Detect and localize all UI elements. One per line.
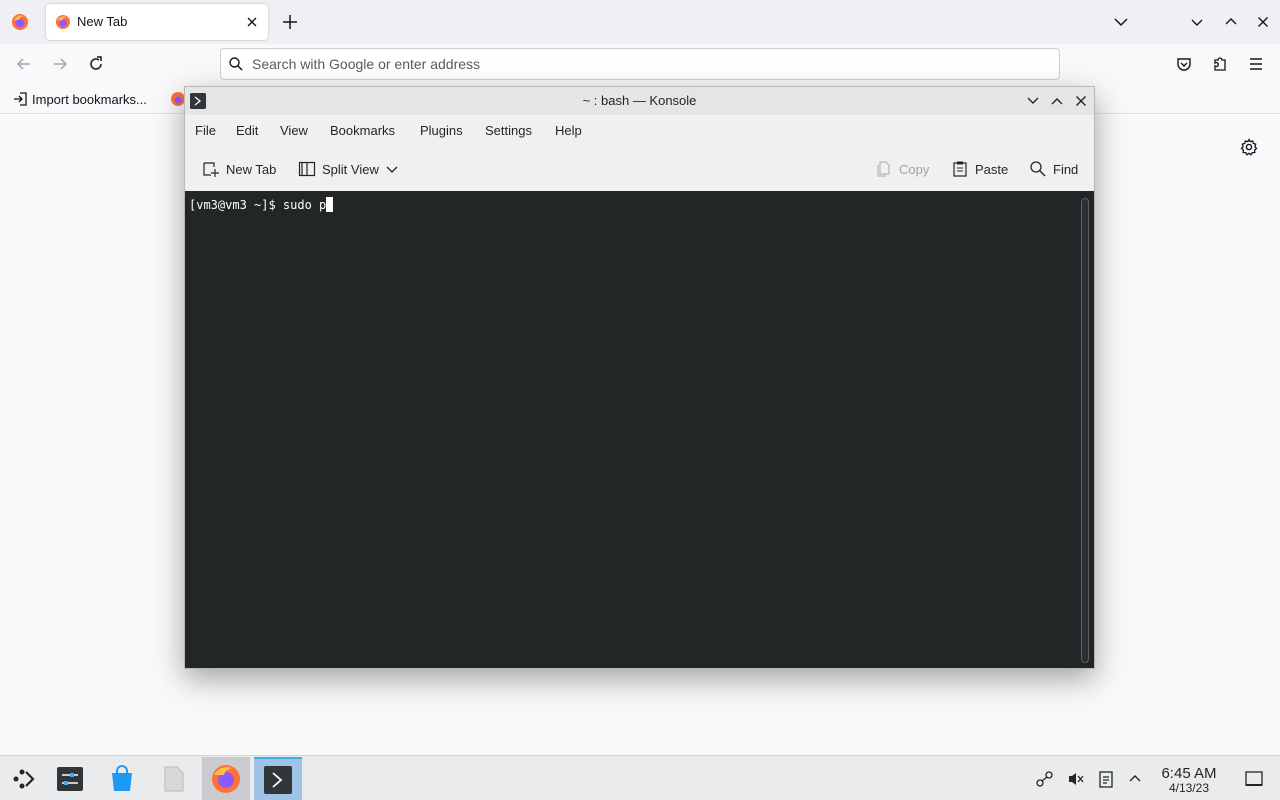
- find-label: Find: [1053, 161, 1079, 177]
- paste-clipboard-icon: [953, 161, 967, 177]
- terminal-prompt: [vm3@vm3 ~]$: [189, 198, 283, 212]
- copy-button[interactable]: Copy: [875, 159, 929, 179]
- menu-view[interactable]: View: [280, 123, 308, 138]
- new-tab-button[interactable]: New Tab: [202, 159, 276, 179]
- task-discover[interactable]: [98, 757, 146, 800]
- system-settings-icon: [57, 766, 83, 791]
- split-view-button[interactable]: Split View: [298, 159, 399, 179]
- minimize-icon[interactable]: [1024, 92, 1042, 110]
- terminal-cursor: [326, 197, 334, 212]
- import-bookmarks-button[interactable]: Import bookmarks...: [12, 90, 147, 108]
- konsole-titlebar[interactable]: ~ : bash — Konsole: [185, 87, 1094, 115]
- konsole-menubar: File Edit View Bookmarks Plugins Setting…: [185, 115, 1094, 145]
- tab-title: New Tab: [77, 14, 128, 29]
- task-file-manager[interactable]: [150, 757, 198, 800]
- terminal-command-line: [vm3@vm3 ~]$ sudo p: [189, 197, 334, 212]
- address-bar[interactable]: [220, 48, 1060, 80]
- back-arrow-icon[interactable]: [14, 54, 34, 74]
- volume-muted-icon[interactable]: [1066, 769, 1086, 789]
- konsole-toolbar: New Tab Split View Copy Paste Find: [185, 149, 1094, 189]
- import-icon: [14, 92, 27, 106]
- network-icon[interactable]: [1035, 769, 1055, 789]
- file-icon: [164, 766, 184, 791]
- menu-plugins[interactable]: Plugins: [420, 123, 463, 138]
- forward-arrow-icon[interactable]: [50, 54, 70, 74]
- firefox-favicon-icon: [56, 15, 70, 29]
- maximize-window-icon[interactable]: [1221, 12, 1241, 32]
- reload-icon[interactable]: [86, 54, 106, 74]
- paste-button[interactable]: Paste: [951, 159, 1008, 179]
- discover-store-icon: [112, 764, 132, 791]
- new-tab-icon: [203, 162, 219, 177]
- close-tab-icon[interactable]: [242, 12, 262, 32]
- menu-bookmarks[interactable]: Bookmarks: [330, 123, 395, 138]
- menu-edit[interactable]: Edit: [236, 123, 258, 138]
- kde-launcher-icon: [13, 769, 35, 788]
- paste-label: Paste: [975, 161, 1009, 177]
- menu-settings[interactable]: Settings: [485, 123, 532, 138]
- firefox-menu-icon[interactable]: [10, 12, 30, 32]
- maximize-icon[interactable]: [1048, 92, 1066, 110]
- copy-icon: [877, 161, 890, 177]
- konsole-window: ~ : bash — Konsole File Edit View Bookma…: [184, 86, 1095, 669]
- search-icon: [1030, 161, 1046, 177]
- firefox-navigation-bar: [0, 44, 1280, 84]
- terminal-scrollbar[interactable]: [1081, 198, 1089, 663]
- terminal-view[interactable]: [vm3@vm3 ~]$ sudo p: [185, 191, 1094, 668]
- extensions-puzzle-icon[interactable]: [1210, 54, 1230, 74]
- split-view-icon: [298, 161, 316, 177]
- close-window-icon[interactable]: [1253, 12, 1273, 32]
- gear-icon[interactable]: [1239, 137, 1259, 157]
- konsole-icon: [264, 765, 292, 794]
- search-icon: [229, 57, 243, 71]
- clock-time[interactable]: 6:45 AM: [1150, 765, 1228, 782]
- new-tab-plus-icon[interactable]: [280, 12, 300, 32]
- show-desktop-icon[interactable]: [1244, 769, 1264, 789]
- clipboard-icon[interactable]: [1096, 769, 1116, 789]
- task-firefox[interactable]: [202, 757, 250, 800]
- firefox-icon: [212, 764, 240, 793]
- split-view-label: Split View: [322, 161, 379, 177]
- list-all-tabs-chevron-icon[interactable]: [1111, 12, 1131, 32]
- chevron-up-icon[interactable]: [1125, 769, 1145, 789]
- application-launcher[interactable]: [0, 757, 48, 800]
- chevron-down-icon[interactable]: [385, 162, 399, 176]
- window-title: ~ : bash — Konsole: [582, 93, 697, 108]
- minimize-window-icon[interactable]: [1187, 12, 1207, 32]
- import-bookmarks-label: Import bookmarks...: [32, 91, 147, 107]
- tab-new-tab[interactable]: New Tab: [46, 4, 268, 40]
- menu-help[interactable]: Help: [555, 123, 582, 138]
- menu-file[interactable]: File: [195, 123, 216, 138]
- find-button[interactable]: Find: [1029, 159, 1078, 179]
- task-system-settings[interactable]: [46, 757, 94, 800]
- task-konsole[interactable]: [254, 757, 302, 800]
- terminal-input-text: sudo p: [282, 198, 327, 212]
- firefox-tab-bar: New Tab: [0, 0, 1280, 44]
- close-icon[interactable]: [1072, 92, 1090, 110]
- new-tab-label: New Tab: [226, 161, 277, 177]
- clock-date[interactable]: 4/13/23: [1150, 781, 1228, 795]
- hamburger-menu-icon[interactable]: [1246, 54, 1266, 74]
- url-input[interactable]: [252, 53, 1042, 75]
- taskbar-panel: 6:45 AM 4/13/23: [0, 755, 1280, 800]
- firefox-bookmark-icon[interactable]: [170, 91, 184, 107]
- pocket-icon[interactable]: [1174, 54, 1194, 74]
- copy-label: Copy: [899, 161, 930, 177]
